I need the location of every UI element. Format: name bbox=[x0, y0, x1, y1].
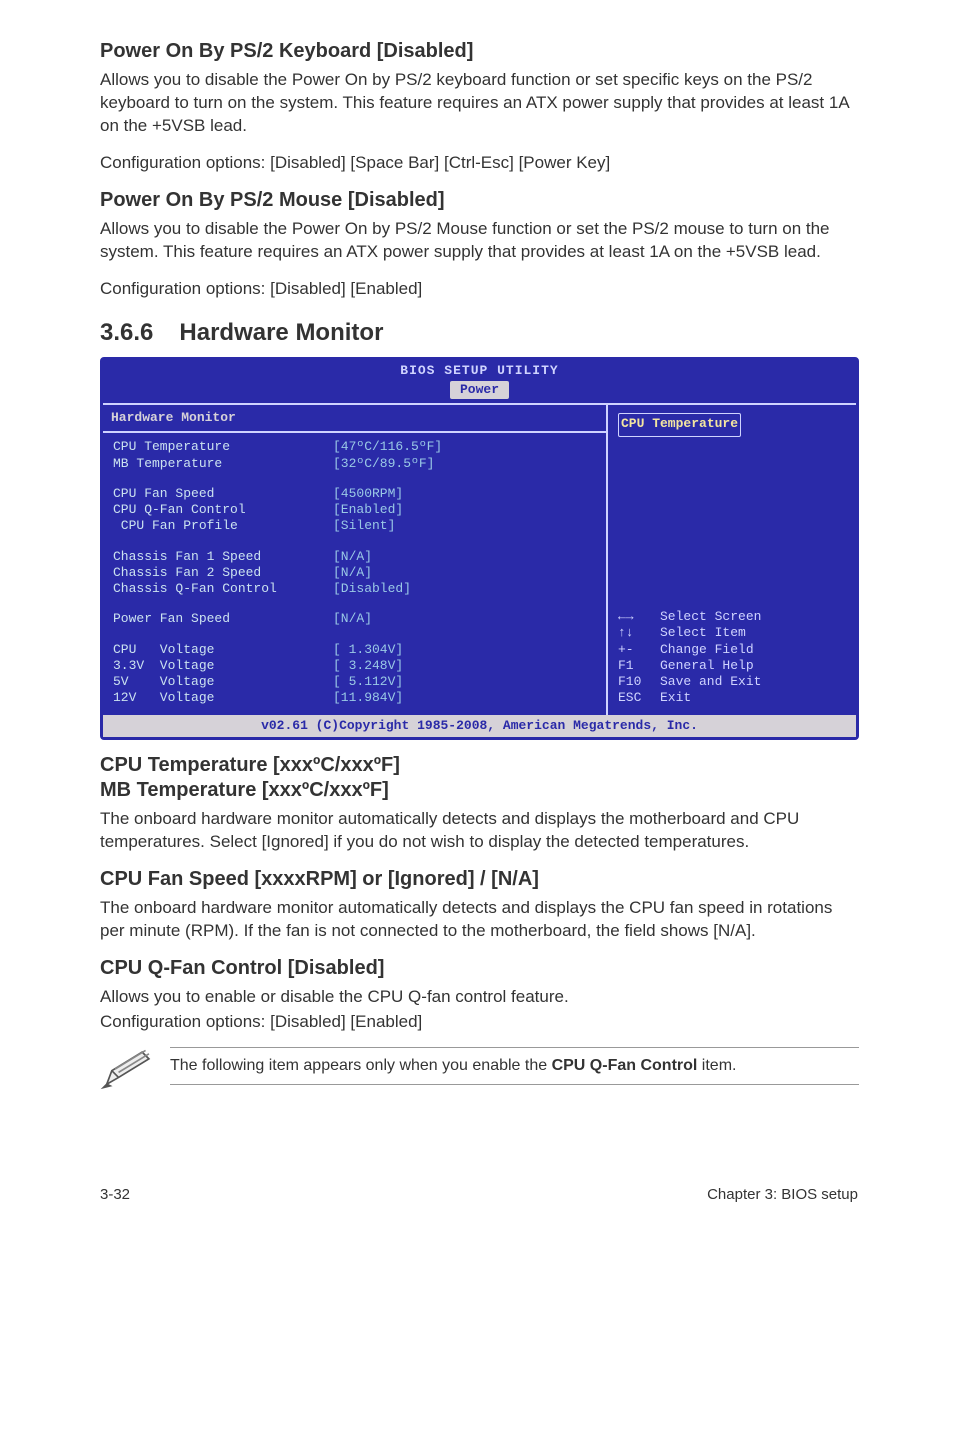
bios-row-value: [47ºC/116.5ºF] bbox=[333, 439, 442, 455]
bios-row: CPU Fan Speed[4500RPM] bbox=[113, 486, 598, 502]
bios-help-row: ←→Select Screen bbox=[618, 609, 846, 625]
bios-help: ←→Select Screen↑↓Select Item+- Change Fi… bbox=[618, 609, 846, 707]
bios-help-text: Select Screen bbox=[660, 609, 761, 625]
heading-ps2-mouse: Power On By PS/2 Mouse [Disabled] bbox=[100, 189, 859, 212]
bios-help-key: ESC bbox=[618, 690, 660, 706]
bios-help-key: ←→ bbox=[618, 609, 660, 625]
heading-mb-temp: MB Temperature [xxxºC/xxxºF] bbox=[100, 779, 859, 802]
bios-help-row: ESCExit bbox=[618, 690, 846, 706]
bios-row-label: 3.3V Voltage bbox=[113, 658, 333, 674]
bios-row-label: CPU Temperature bbox=[113, 439, 333, 455]
bios-row: 3.3V Voltage[ 3.248V] bbox=[113, 658, 598, 674]
bios-row-value: [11.984V] bbox=[333, 690, 403, 706]
bios-row: CPU Fan Profile[Silent] bbox=[113, 518, 598, 534]
bios-right-pane: CPU Temperature ←→Select Screen↑↓Select … bbox=[606, 403, 856, 715]
bios-rows: CPU Temperature[47ºC/116.5ºF]MB Temperat… bbox=[103, 433, 606, 714]
bios-row: Chassis Fan 1 Speed[N/A] bbox=[113, 549, 598, 565]
bios-row: CPU Q-Fan Control[Enabled] bbox=[113, 502, 598, 518]
bios-row-value: [ 5.112V] bbox=[333, 674, 403, 690]
subsection-hardware-monitor: 3.6.6 Hardware Monitor bbox=[100, 319, 859, 347]
bios-row-value: [ 1.304V] bbox=[333, 642, 403, 658]
bios-help-row: F1General Help bbox=[618, 658, 846, 674]
page-number: 3-32 bbox=[100, 1186, 130, 1203]
bios-help-key: +- bbox=[618, 642, 660, 658]
bios-help-key: F10 bbox=[618, 674, 660, 690]
bios-row-label: 12V Voltage bbox=[113, 690, 333, 706]
bios-row-label: MB Temperature bbox=[113, 456, 333, 472]
bios-help-text: Exit bbox=[660, 690, 691, 706]
heading-cpu-qfan: CPU Q-Fan Control [Disabled] bbox=[100, 957, 859, 980]
bios-row: 12V Voltage[11.984V] bbox=[113, 690, 598, 706]
bios-help-text: Change Field bbox=[660, 642, 754, 658]
para-ps2-mouse-options: Configuration options: [Disabled] [Enabl… bbox=[100, 278, 859, 301]
bios-row: 5V Voltage[ 5.112V] bbox=[113, 674, 598, 690]
chapter-label: Chapter 3: BIOS setup bbox=[707, 1186, 858, 1203]
page-footer: 3-32 Chapter 3: BIOS setup bbox=[0, 1186, 954, 1229]
para-cpu-qfan-desc: Allows you to enable or disable the CPU … bbox=[100, 986, 859, 1009]
heading-cpu-fan-speed: CPU Fan Speed [xxxxRPM] or [Ignored] / [… bbox=[100, 868, 859, 891]
bios-row: Chassis Fan 2 Speed[N/A] bbox=[113, 565, 598, 581]
bios-help-row: +- Change Field bbox=[618, 642, 846, 658]
bios-row: MB Temperature[32ºC/89.5ºF] bbox=[113, 456, 598, 472]
bios-row-label: CPU Fan Speed bbox=[113, 486, 333, 502]
bios-help-text: Save and Exit bbox=[660, 674, 761, 690]
bios-section-header: Hardware Monitor bbox=[103, 403, 606, 433]
subsection-number: 3.6.6 bbox=[100, 319, 153, 347]
bios-row: CPU Voltage[ 1.304V] bbox=[113, 642, 598, 658]
subsection-title: Hardware Monitor bbox=[179, 319, 383, 346]
pencil-icon bbox=[100, 1047, 154, 1096]
note-bold: CPU Q-Fan Control bbox=[552, 1057, 698, 1074]
bios-row-label: Chassis Fan 1 Speed bbox=[113, 549, 333, 565]
heading-ps2-keyboard: Power On By PS/2 Keyboard [Disabled] bbox=[100, 40, 859, 63]
bios-help-row: F10Save and Exit bbox=[618, 674, 846, 690]
bios-row-value: [N/A] bbox=[333, 565, 372, 581]
bios-title: BIOS SETUP UTILITY bbox=[400, 363, 558, 378]
bios-row-value: [N/A] bbox=[333, 549, 372, 565]
bios-help-text: General Help bbox=[660, 658, 754, 674]
para-temp-desc: The onboard hardware monitor automatical… bbox=[100, 808, 859, 854]
bios-row-value: [Disabled] bbox=[333, 581, 411, 597]
bios-screenshot: BIOS SETUP UTILITY Power Hardware Monito… bbox=[100, 357, 859, 740]
bios-row-label: Chassis Fan 2 Speed bbox=[113, 565, 333, 581]
bios-row-value: [4500RPM] bbox=[333, 486, 403, 502]
note-text: The following item appears only when you… bbox=[170, 1047, 859, 1085]
para-cpu-qfan-options: Configuration options: [Disabled] [Enabl… bbox=[100, 1011, 859, 1034]
bios-row-label: CPU Fan Profile bbox=[113, 518, 333, 534]
para-cpu-fan-speed-desc: The onboard hardware monitor automatical… bbox=[100, 897, 859, 943]
bios-row-label: 5V Voltage bbox=[113, 674, 333, 690]
bios-row-label: CPU Voltage bbox=[113, 642, 333, 658]
bios-row-value: [Enabled] bbox=[333, 502, 403, 518]
bios-left-pane: Hardware Monitor CPU Temperature[47ºC/11… bbox=[103, 403, 606, 715]
bios-row-value: [Silent] bbox=[333, 518, 395, 534]
bios-help-key: ↑↓ bbox=[618, 625, 660, 641]
bios-row-label: Chassis Q-Fan Control bbox=[113, 581, 333, 597]
bios-row-label: Power Fan Speed bbox=[113, 611, 333, 627]
bios-tab-row: Power bbox=[103, 379, 856, 403]
para-ps2-mouse-desc: Allows you to disable the Power On by PS… bbox=[100, 218, 859, 264]
bios-right-highlight: CPU Temperature bbox=[618, 413, 741, 437]
bios-footer: v02.61 (C)Copyright 1985-2008, American … bbox=[103, 715, 856, 737]
para-ps2-keyboard-options: Configuration options: [Disabled] [Space… bbox=[100, 152, 859, 175]
bios-active-tab: Power bbox=[450, 381, 509, 399]
bios-row-value: [N/A] bbox=[333, 611, 372, 627]
heading-cpu-temp: CPU Temperature [xxxºC/xxxºF] bbox=[100, 754, 859, 777]
note-suffix: item. bbox=[697, 1057, 736, 1074]
note-prefix: The following item appears only when you… bbox=[170, 1057, 552, 1074]
bios-row-label: CPU Q-Fan Control bbox=[113, 502, 333, 518]
bios-row-value: [32ºC/89.5ºF] bbox=[333, 456, 434, 472]
bios-help-key: F1 bbox=[618, 658, 660, 674]
note-row: The following item appears only when you… bbox=[100, 1047, 859, 1096]
bios-title-bar: BIOS SETUP UTILITY bbox=[103, 360, 856, 379]
bios-row: Power Fan Speed[N/A] bbox=[113, 611, 598, 627]
bios-row: CPU Temperature[47ºC/116.5ºF] bbox=[113, 439, 598, 455]
bios-row-value: [ 3.248V] bbox=[333, 658, 403, 674]
para-ps2-keyboard-desc: Allows you to disable the Power On by PS… bbox=[100, 69, 859, 138]
bios-row: Chassis Q-Fan Control[Disabled] bbox=[113, 581, 598, 597]
bios-help-text: Select Item bbox=[660, 625, 746, 641]
bios-help-row: ↑↓Select Item bbox=[618, 625, 846, 641]
